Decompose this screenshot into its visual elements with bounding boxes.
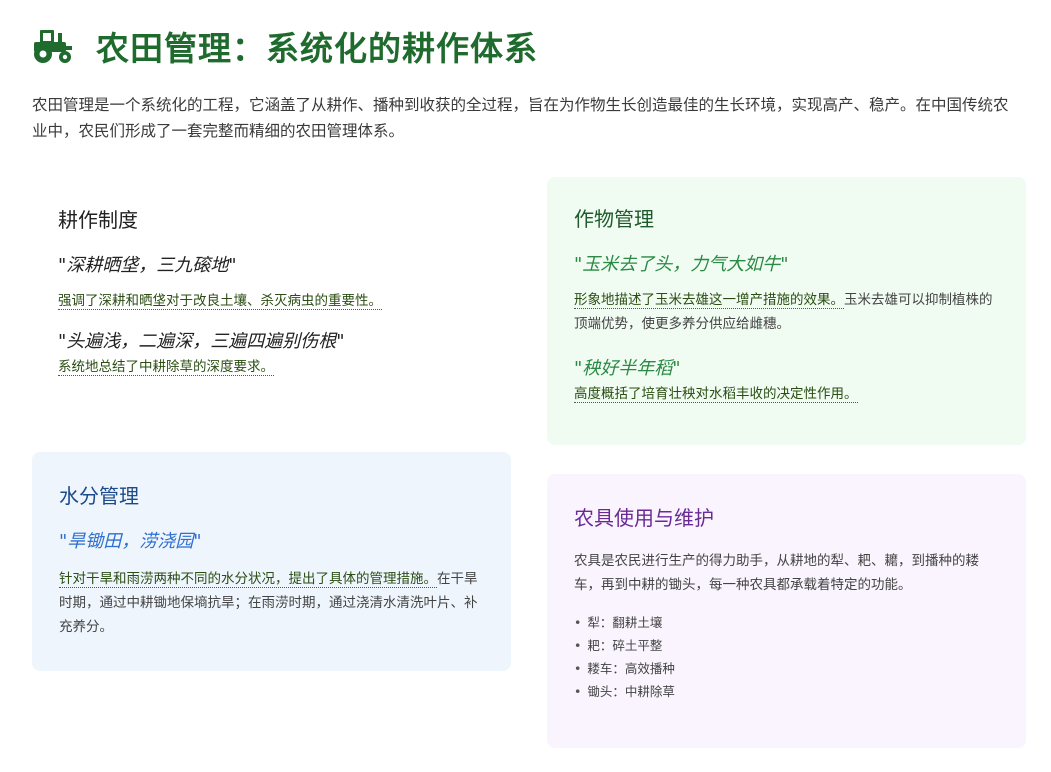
list-item: 锄头：中耕除草 xyxy=(574,680,999,703)
list-item: 耙：碎土平整 xyxy=(574,634,999,657)
card-title: 耕作制度 xyxy=(58,208,138,232)
proverb-quote: "头遍浅，二遍深，三遍四遍别伤根" xyxy=(58,331,345,352)
card-title: 农具使用与维护 xyxy=(574,506,714,530)
page-header: 农田管理：系统化的耕作体系 xyxy=(32,22,538,70)
tool-list: 犁：翻耕土壤 耙：碎土平整 耧车：高效播种 锄头：中耕除草 xyxy=(574,611,999,703)
card-tillage: 耕作制度 "深耕晒垡，三九磙地" 强调了深耕和晒垡对于改良土壤、杀灭病虫的重要性… xyxy=(32,178,512,436)
card-tools: 农具使用与维护 农具是农民进行生产的得力助手，从耕地的犁、耙、耱，到播种的耧车，… xyxy=(547,474,1026,748)
proverb-quote: "旱锄田，涝浇园" xyxy=(59,531,202,552)
highlight-note: 系统地总结了中耕除草的深度要求。 xyxy=(58,359,274,376)
proverb-quote: "秧好半年稻" xyxy=(574,358,681,379)
page-title: 农田管理：系统化的耕作体系 xyxy=(96,29,538,68)
card-title: 水分管理 xyxy=(59,484,139,508)
card-crop: 作物管理 "玉米去了头，力气大如牛" 形象地描述了玉米去雄这一增产措施的效果。玉… xyxy=(547,177,1026,445)
proverb-quote: "深耕晒垡，三九磙地" xyxy=(58,255,237,276)
highlight-note: 强调了深耕和晒垡对于改良土壤、杀灭病虫的重要性。 xyxy=(58,293,382,310)
card-water: 水分管理 "旱锄田，涝浇园" 针对干旱和雨涝两种不同的水分状况，提出了具体的管理… xyxy=(32,452,511,671)
list-item: 犁：翻耕土壤 xyxy=(574,611,999,634)
description-text: 农具是农民进行生产的得力助手，从耕地的犁、耙、耱，到播种的耧车，再到中耕的锄头，… xyxy=(574,553,979,593)
list-item: 耧车：高效播种 xyxy=(574,657,999,680)
highlight-note: 针对干旱和雨涝两种不同的水分状况，提出了具体的管理措施。 xyxy=(59,571,437,588)
proverb-quote: "玉米去了头，力气大如牛" xyxy=(574,254,789,275)
card-title: 作物管理 xyxy=(574,207,654,231)
tractor-icon xyxy=(34,30,72,63)
intro-paragraph: 农田管理是一个系统化的工程，它涵盖了从耕作、播种到收获的全过程，旨在为作物生长创… xyxy=(32,96,1009,140)
highlight-note: 形象地描述了玉米去雄这一增产措施的效果。 xyxy=(574,292,844,309)
highlight-note: 高度概括了培育壮秧对水稻丰收的决定性作用。 xyxy=(574,386,858,403)
